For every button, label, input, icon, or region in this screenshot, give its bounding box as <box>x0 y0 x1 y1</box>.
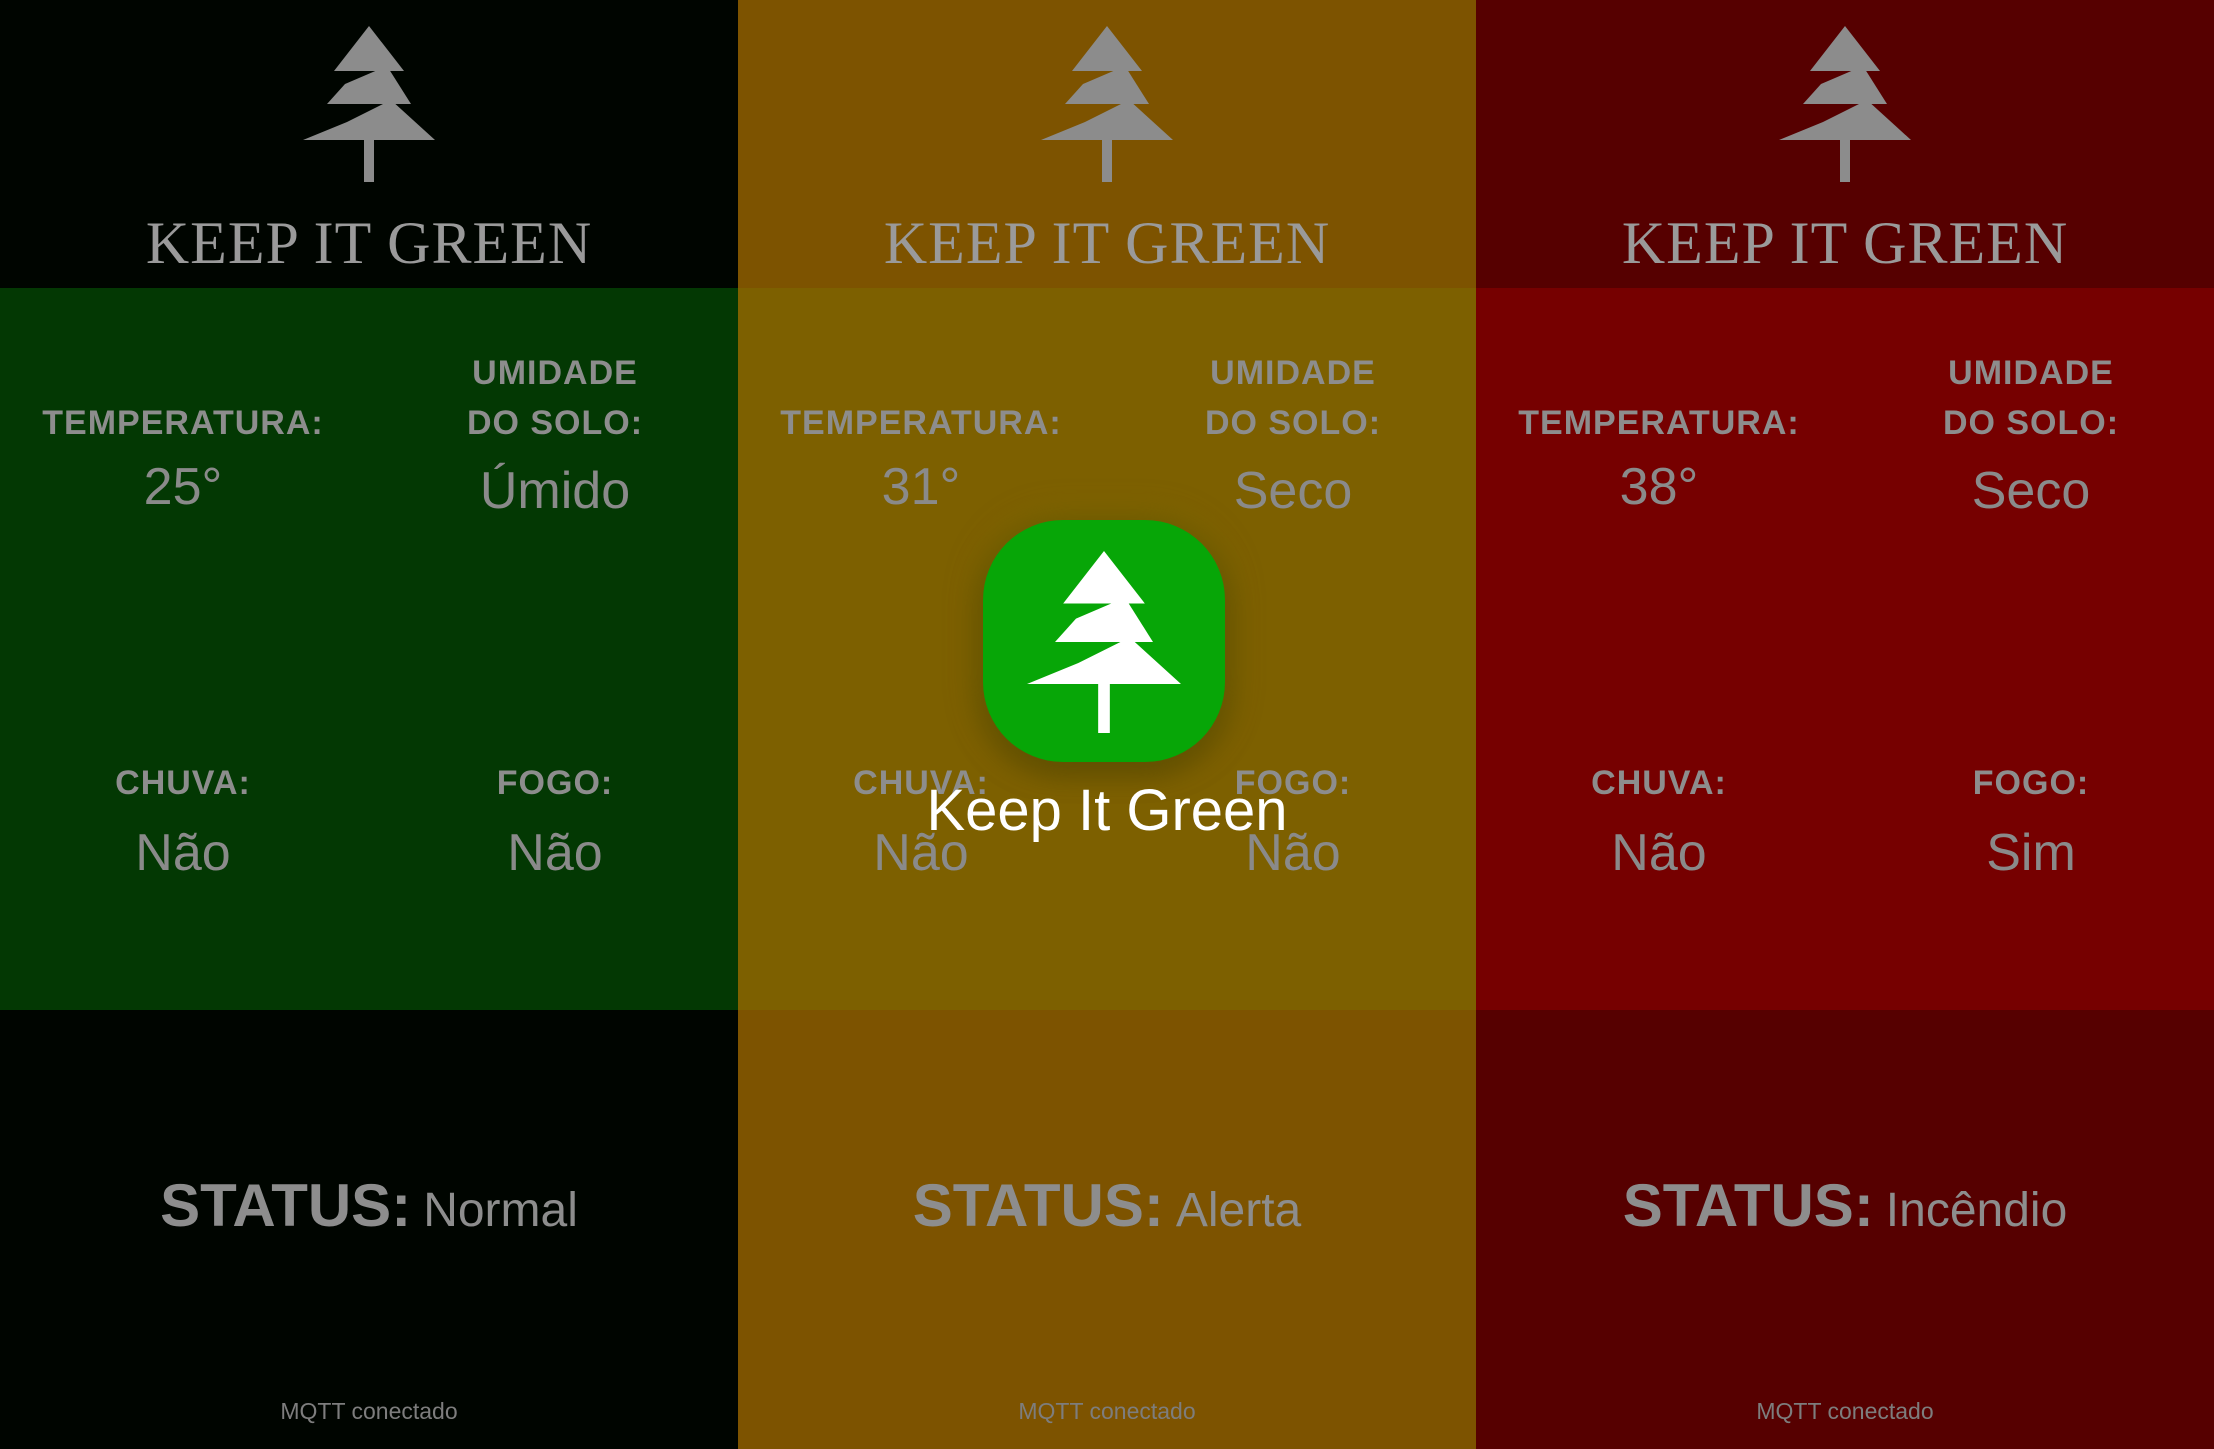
app-name: Keep It Green <box>926 778 1288 843</box>
app-icon[interactable] <box>983 520 1225 762</box>
tree-icon <box>1027 551 1181 733</box>
splash-overlay: Keep It Green <box>0 0 2214 1449</box>
